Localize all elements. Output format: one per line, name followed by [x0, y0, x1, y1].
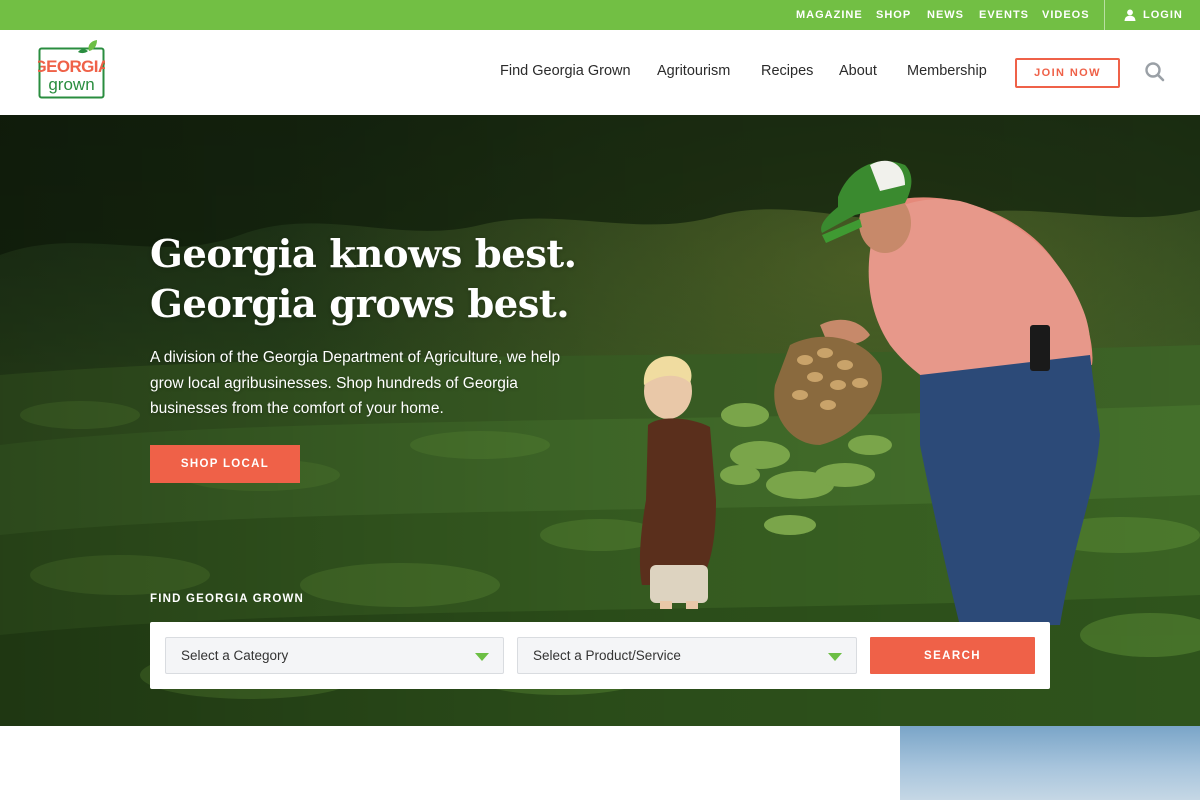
user-icon: [1124, 9, 1136, 21]
utility-bar: MAGAZINE SHOP NEWS EVENTS VIDEOS LOGIN: [0, 0, 1200, 30]
hero-title-line-2: Georgia grows best.: [150, 282, 570, 327]
svg-text:GEORGIA: GEORGIA: [38, 57, 105, 76]
join-now-button[interactable]: JOIN NOW: [1015, 58, 1120, 88]
svg-text:grown: grown: [48, 75, 94, 94]
caret-down-icon: [828, 653, 842, 661]
product-select-value: Select a Product/Service: [533, 648, 681, 663]
nav-recipes[interactable]: Recipes: [761, 63, 813, 79]
search-icon[interactable]: [1144, 61, 1166, 83]
finder-box: Select a Category Select a Product/Servi…: [150, 622, 1050, 689]
category-select-value: Select a Category: [181, 648, 289, 663]
utility-link-events[interactable]: EVENTS: [979, 9, 1029, 21]
caret-down-icon: [475, 653, 489, 661]
utility-link-videos[interactable]: VIDEOS: [1042, 9, 1090, 21]
hero-description: A division of the Georgia Department of …: [150, 349, 561, 417]
category-select[interactable]: Select a Category: [165, 637, 504, 674]
georgia-grown-logo[interactable]: GEORGIA grown: [33, 40, 110, 99]
hero-section: Georgia knows best. Georgia grows best. …: [0, 115, 1200, 726]
finder-label: FIND GEORGIA GROWN: [150, 593, 305, 605]
login-link[interactable]: LOGIN: [1124, 0, 1183, 30]
hero-title-line-1: Georgia knows best.: [150, 232, 577, 277]
utility-link-news[interactable]: NEWS: [927, 9, 964, 21]
nav-about[interactable]: About: [839, 63, 877, 79]
hero-title: Georgia knows best. Georgia grows best.: [150, 230, 577, 330]
utility-link-magazine[interactable]: MAGAZINE: [796, 9, 863, 21]
shop-local-button[interactable]: SHOP LOCAL: [150, 445, 300, 483]
nav-find-georgia-grown[interactable]: Find Georgia Grown: [500, 63, 631, 79]
product-select[interactable]: Select a Product/Service: [517, 637, 857, 674]
nav-membership[interactable]: Membership: [907, 63, 987, 79]
utility-link-shop[interactable]: SHOP: [876, 9, 911, 21]
next-section-image: [900, 726, 1200, 800]
login-label: LOGIN: [1143, 9, 1183, 21]
search-button[interactable]: SEARCH: [870, 637, 1035, 674]
utility-divider: [1104, 0, 1105, 30]
site-header: GEORGIA grown Find Georgia Grown Agritou…: [0, 30, 1200, 115]
nav-agritourism[interactable]: Agritourism: [657, 63, 730, 79]
